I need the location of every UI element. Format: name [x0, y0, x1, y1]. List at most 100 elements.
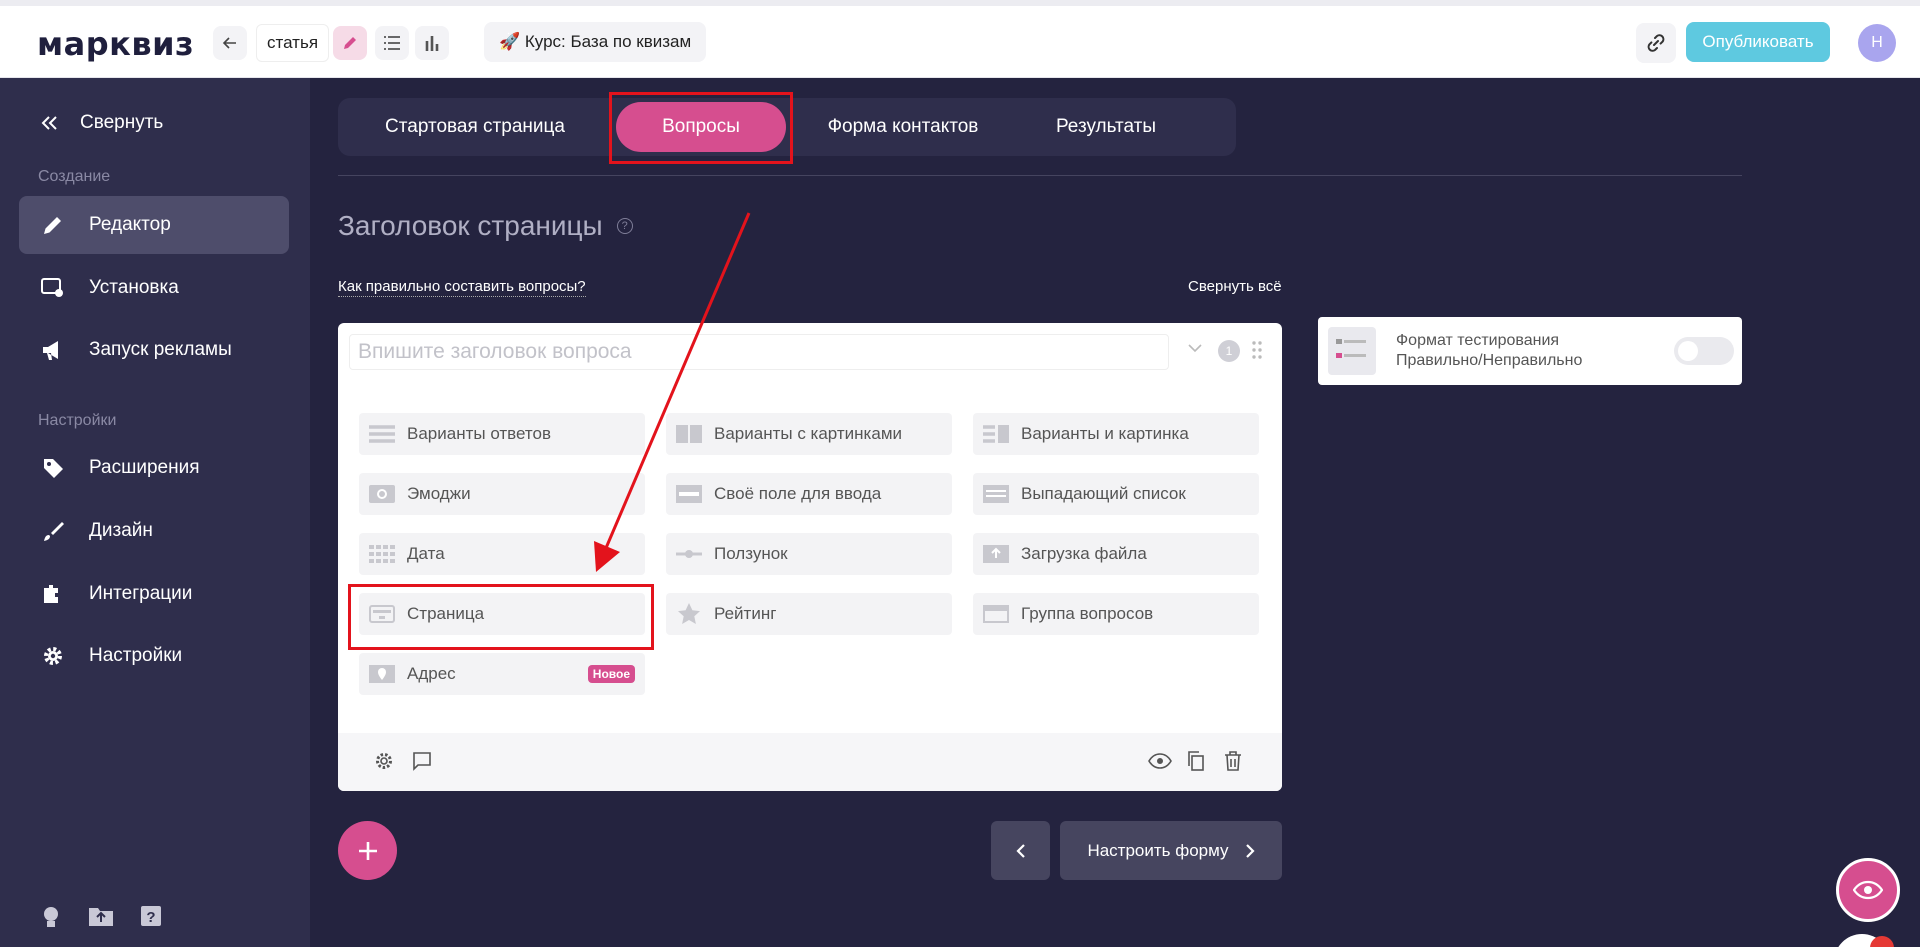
question-type-image-options[interactable]: Варианты с картинками — [666, 413, 952, 455]
sidebar-item-editor[interactable]: Редактор — [19, 196, 289, 254]
question-type-address[interactable]: Адрес Новое — [359, 653, 645, 695]
question-type-label: Адрес — [407, 664, 456, 683]
image-grid-icon — [676, 425, 702, 443]
eye-check-icon[interactable] — [1148, 751, 1172, 771]
sidebar-item-extensions[interactable]: Расширения — [19, 439, 289, 497]
sidebar-item-design[interactable]: Дизайн — [19, 502, 289, 560]
tab-results[interactable]: Результаты — [1024, 102, 1188, 152]
question-title-input[interactable]: Впишите заголовок вопроса — [349, 334, 1169, 370]
help-circle-icon[interactable]: ? — [616, 218, 633, 234]
stats-button[interactable] — [415, 26, 449, 60]
question-type-date[interactable]: Дата — [359, 533, 645, 575]
gear-icon — [41, 644, 65, 668]
chevron-right-icon — [1245, 843, 1255, 858]
lightbulb-icon[interactable] — [40, 905, 62, 929]
chevron-left-icon — [1015, 843, 1025, 858]
collapse-all-button[interactable]: Свернуть всё — [1188, 278, 1282, 295]
sidebar-item-install[interactable]: Установка — [19, 259, 289, 317]
question-type-options-image[interactable]: Варианты и картинка — [973, 413, 1259, 455]
test-format-line1: Формат тестирования — [1396, 332, 1560, 349]
emoji-icon — [369, 485, 395, 503]
list-view-button[interactable] — [375, 26, 409, 60]
page-title-text: Заголовок страницы — [338, 210, 603, 241]
list-image-icon — [983, 425, 1009, 443]
tag-plus-icon — [41, 456, 65, 480]
sidebar-item-ads[interactable]: Запуск рекламы — [19, 321, 289, 379]
question-card: Впишите заголовок вопроса 1 Варианты отв… — [338, 323, 1282, 791]
next-button[interactable]: Настроить форму — [1060, 821, 1282, 880]
divider — [338, 175, 1742, 176]
copy-icon[interactable] — [1186, 751, 1206, 771]
star-icon — [676, 603, 702, 624]
sidebar-item-label: Установка — [89, 277, 179, 298]
question-type-text-field[interactable]: Своё поле для ввода — [666, 473, 952, 515]
publish-button[interactable]: Опубликовать — [1686, 22, 1830, 62]
question-type-label: Варианты с картинками — [714, 424, 903, 443]
add-question-button[interactable] — [338, 821, 397, 880]
pencil-icon — [344, 37, 356, 49]
question-type-file-upload[interactable]: Загрузка файла — [973, 533, 1259, 575]
sidebar-item-label: Интеграции — [89, 583, 193, 604]
course-link[interactable]: 🚀 Курс: База по квизам — [484, 22, 707, 62]
question-type-slider[interactable]: Ползунок — [666, 533, 952, 575]
logo[interactable]: марквиз — [37, 25, 194, 63]
gear-icon[interactable] — [374, 751, 394, 771]
pencil-icon — [41, 213, 65, 237]
question-type-question-group[interactable]: Группа вопросов — [973, 593, 1259, 635]
sidebar-section-create: Создание — [38, 168, 111, 185]
editor-mode-button[interactable] — [333, 26, 367, 60]
share-link-button[interactable] — [1636, 23, 1676, 63]
question-number-badge: 1 — [1218, 340, 1240, 362]
comment-icon[interactable] — [412, 751, 432, 771]
link-icon — [1647, 34, 1665, 52]
top-bar: марквиз статья 🚀 Курс: База по квизам Оп… — [0, 0, 1920, 78]
chevron-down-icon[interactable] — [1188, 343, 1202, 353]
question-type-page[interactable]: Страница — [359, 593, 645, 635]
help-icon[interactable]: ? — [140, 905, 162, 927]
previous-button[interactable] — [991, 821, 1050, 880]
question-type-label: Выпадающий список — [1021, 484, 1186, 503]
question-type-label: Эмоджи — [407, 484, 471, 503]
avatar[interactable]: Н — [1858, 24, 1896, 62]
sidebar-bottom-actions: ? — [40, 905, 162, 929]
question-type-label: Страница — [407, 604, 485, 623]
question-type-rating[interactable]: Рейтинг — [666, 593, 952, 635]
question-type-options[interactable]: Варианты ответов — [359, 413, 645, 455]
question-type-label: Ползунок — [714, 544, 788, 563]
back-button[interactable] — [213, 26, 247, 60]
tab-questions[interactable]: Вопросы — [616, 102, 786, 152]
plugin-icon — [41, 582, 65, 606]
sidebar-item-label: Настройки — [89, 645, 183, 666]
trash-icon[interactable] — [1224, 751, 1242, 771]
upload-folder-icon[interactable] — [88, 905, 114, 927]
tabs-bar: Стартовая страница Вопросы Форма контакт… — [338, 98, 1236, 156]
new-badge: Новое — [587, 665, 635, 683]
sidebar: Свернуть Создание Редактор Установка Зап… — [0, 78, 310, 947]
how-to-link[interactable]: Как правильно составить вопросы? — [338, 278, 586, 297]
list-icon — [384, 36, 400, 50]
question-type-label: Варианты и картинка — [1021, 424, 1189, 443]
drag-handle-icon[interactable] — [1252, 341, 1262, 359]
slider-icon — [676, 545, 702, 563]
test-format-toggle[interactable] — [1674, 337, 1734, 365]
preview-button[interactable] — [1836, 858, 1900, 922]
sidebar-collapse-button[interactable]: Свернуть — [40, 112, 163, 134]
sidebar-item-settings[interactable]: Настройки — [19, 627, 289, 685]
page-title[interactable]: Заголовок страницы ? — [338, 210, 633, 242]
question-type-emoji[interactable]: Эмоджи — [359, 473, 645, 515]
sidebar-item-label: Дизайн — [89, 520, 153, 541]
tab-contact-form[interactable]: Форма контактов — [798, 102, 1008, 152]
sidebar-item-integrations[interactable]: Интеграции — [19, 565, 289, 623]
question-type-dropdown[interactable]: Выпадающий список — [973, 473, 1259, 515]
quiz-name[interactable]: статья — [256, 24, 330, 62]
tab-start-page[interactable]: Стартовая страница — [348, 102, 602, 152]
megaphone-icon — [41, 338, 65, 362]
question-type-label: Дата — [407, 544, 445, 563]
question-type-label: Загрузка файла — [1021, 544, 1147, 563]
svg-text:?: ? — [146, 909, 155, 926]
next-button-label: Настроить форму — [1087, 840, 1229, 860]
sidebar-section-settings: Настройки — [38, 412, 117, 429]
question-type-label: Своё поле для ввода — [714, 484, 882, 503]
chat-notification-badge — [1870, 936, 1894, 947]
dropdown-icon — [983, 485, 1009, 503]
